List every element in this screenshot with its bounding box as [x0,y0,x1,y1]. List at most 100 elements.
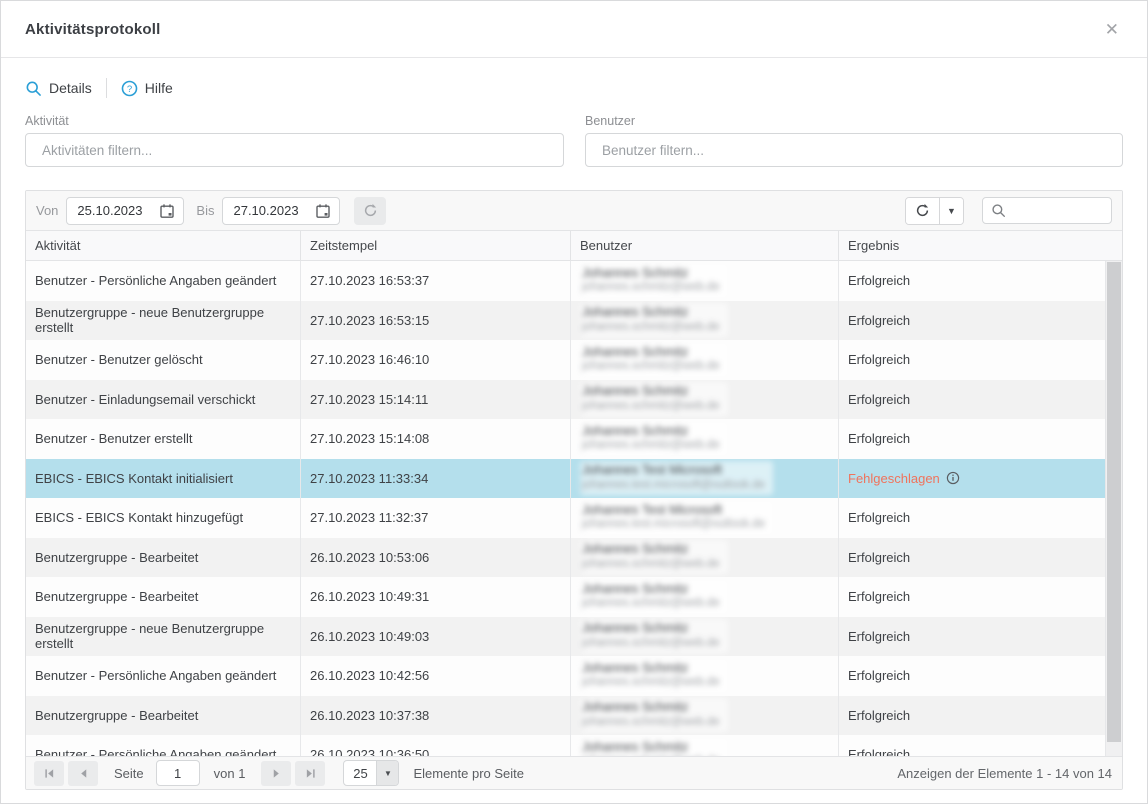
search-icon [991,203,1006,218]
next-page-icon[interactable] [261,761,291,786]
user-email: johannes.test.microsoft@outlook.de [582,517,765,533]
user-filter-group: Benutzer [585,114,1123,167]
details-button[interactable]: Details [25,80,92,97]
user-email: johannes.schmitz@web.de [582,280,720,296]
user-name: Johannes Schmitz [582,304,720,320]
close-icon[interactable]: ✕ [1101,17,1123,42]
user-cell: Johannes Test Microsoftjohannes.test.mic… [571,459,839,499]
table-row[interactable]: Benutzergruppe - Bearbeitet26.10.2023 10… [26,577,1105,617]
user-cell: Johannes Schmitzjohannes.schmitz@web.de [571,617,839,657]
user-cell: Johannes Schmitzjohannes.schmitz@web.de [571,577,839,617]
user-email: johannes.schmitz@web.de [582,557,720,573]
user-blurred-text: Johannes Schmitzjohannes.schmitz@web.de [580,580,728,614]
timestamp-cell: 26.10.2023 10:53:06 [301,538,571,578]
table-row[interactable]: Benutzergruppe - neue Benutzergruppe ers… [26,617,1105,657]
timestamp-cell: 26.10.2023 10:49:31 [301,577,571,617]
menubar: Details ? Hilfe [25,74,1123,102]
activity-cell: Benutzer - Persönliche Angaben geändert [26,735,301,756]
table-row[interactable]: Benutzer - Persönliche Angaben geändert2… [26,735,1105,756]
help-label: Hilfe [145,80,173,96]
bis-calendar-icon[interactable] [313,201,333,221]
column-header[interactable]: Aktivität [26,231,301,260]
grid-search-input[interactable] [1012,203,1103,218]
result-label: Erfolgreich [848,668,910,684]
result-label: Erfolgreich [848,431,910,447]
table-row[interactable]: Benutzer - Benutzer erstellt27.10.2023 1… [26,419,1105,459]
table-row[interactable]: Benutzer - Einladungsemail verschickt27.… [26,380,1105,420]
von-date-input[interactable]: 25.10.2023 [66,197,184,225]
first-page-icon[interactable] [34,761,64,786]
table-row[interactable]: Benutzergruppe - Bearbeitet26.10.2023 10… [26,696,1105,736]
page-number-input[interactable] [156,760,200,786]
activity-filter-label: Aktivität [25,114,564,128]
result-label: Erfolgreich [848,510,910,526]
user-name: Johannes Schmitz [582,541,720,557]
user-filter-label: Benutzer [585,114,1123,128]
grid-toolbar: Von 25.10.2023 Bis 27.10.2023 [26,191,1122,231]
help-icon: ? [121,80,138,97]
von-date-value: 25.10.2023 [77,203,157,218]
result-cell: Erfolgreich [839,735,1105,756]
user-blurred-text: Johannes Schmitzjohannes.schmitz@web.de [580,343,728,377]
user-cell: Johannes Schmitzjohannes.schmitz@web.de [571,735,839,756]
last-page-icon[interactable] [295,761,325,786]
user-name: Johannes Schmitz [582,660,720,676]
refresh-icon[interactable] [906,198,939,224]
table-row[interactable]: Benutzer - Benutzer gelöscht27.10.2023 1… [26,340,1105,380]
activity-filter-input[interactable] [25,133,564,167]
result-label: Erfolgreich [848,589,910,605]
table-body-viewport: Benutzer - Persönliche Angaben geändert2… [26,261,1122,756]
bis-date-value: 27.10.2023 [233,203,313,218]
refresh-split-button: ▼ [905,197,964,225]
result-cell: Erfolgreich [839,696,1105,736]
user-filter-input[interactable] [585,133,1123,167]
vertical-scrollbar[interactable] [1105,261,1122,756]
timestamp-cell: 27.10.2023 15:14:11 [301,380,571,420]
table-row[interactable]: Benutzer - Persönliche Angaben geändert2… [26,656,1105,696]
per-page-label: Elemente pro Seite [413,766,524,781]
menu-divider [106,78,107,98]
timestamp-cell: 27.10.2023 15:14:08 [301,419,571,459]
result-label: Fehlgeschlagen [848,471,940,487]
user-blurred-text: Johannes Schmitzjohannes.schmitz@web.de [580,382,728,416]
info-icon[interactable] [946,471,960,485]
column-header[interactable]: Benutzer [571,231,839,260]
scrollbar-thumb[interactable] [1107,262,1121,742]
user-cell: Johannes Schmitzjohannes.schmitz@web.de [571,340,839,380]
activity-cell: EBICS - EBICS Kontakt hinzugefügt [26,498,301,538]
column-header[interactable]: Zeitstempel [301,231,571,260]
user-email: johannes.test.microsoft@outlook.de [582,478,765,494]
help-button[interactable]: ? Hilfe [121,80,173,97]
bis-date-input[interactable]: 27.10.2023 [222,197,340,225]
refresh-dropdown-caret-icon[interactable]: ▼ [939,198,963,224]
activity-cell: Benutzergruppe - neue Benutzergruppe ers… [26,617,301,657]
result-label: Erfolgreich [848,392,910,408]
user-cell: Johannes Schmitzjohannes.schmitz@web.de [571,261,839,301]
table-row[interactable]: Benutzergruppe - Bearbeitet26.10.2023 10… [26,538,1105,578]
user-blurred-text: Johannes Schmitzjohannes.schmitz@web.de [580,264,728,298]
user-email: johannes.schmitz@web.de [582,438,720,454]
table-row[interactable]: EBICS - EBICS Kontakt initialisiert27.10… [26,459,1105,499]
von-calendar-icon[interactable] [157,201,177,221]
user-cell: Johannes Schmitzjohannes.schmitz@web.de [571,380,839,420]
dialog-titlebar: Aktivitätsprotokoll ✕ [1,1,1147,58]
result-label: Erfolgreich [848,273,910,289]
result-cell: Erfolgreich [839,656,1105,696]
timestamp-cell: 27.10.2023 16:53:37 [301,261,571,301]
svg-text:?: ? [127,83,132,94]
table-row[interactable]: EBICS - EBICS Kontakt hinzugefügt27.10.2… [26,498,1105,538]
table-row[interactable]: Benutzer - Persönliche Angaben geändert2… [26,261,1105,301]
apply-daterange-refresh-icon[interactable] [354,197,386,225]
prev-page-icon[interactable] [68,761,98,786]
page-size-select[interactable]: 25 ▼ [343,760,399,786]
table-row[interactable]: Benutzergruppe - neue Benutzergruppe ers… [26,301,1105,341]
result-cell: Erfolgreich [839,380,1105,420]
timestamp-cell: 26.10.2023 10:37:38 [301,696,571,736]
column-header[interactable]: Ergebnis [839,231,1105,260]
grid-search-box [982,197,1112,224]
user-blurred-text: Johannes Schmitzjohannes.schmitz@web.de [580,659,728,693]
activity-grid: Von 25.10.2023 Bis 27.10.2023 [25,190,1123,790]
user-cell: Johannes Test Microsoftjohannes.test.mic… [571,498,839,538]
page-label: Seite [114,766,144,781]
activity-cell: Benutzer - Persönliche Angaben geändert [26,261,301,301]
